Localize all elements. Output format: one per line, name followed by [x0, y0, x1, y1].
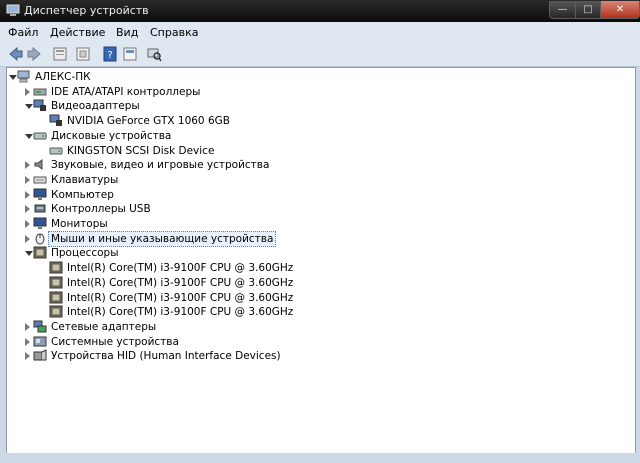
collapsed-arrow-icon[interactable]	[25, 234, 30, 243]
tree-node[interactable]: IDE ATA/ATAPI контроллеры	[7, 85, 627, 99]
collapsed-arrow-icon[interactable]	[25, 322, 30, 331]
tree-node-label: Мониторы	[51, 218, 108, 230]
window-title: Диспетчер устройств	[24, 4, 149, 17]
tree-node-label: Intel(R) Core(TM) i3-9100F CPU @ 3.60GHz	[67, 306, 294, 319]
device-manager-window: Диспетчер устройств — □ ✕ Файл Действие …	[0, 0, 640, 463]
minimize-button[interactable]: —	[549, 1, 576, 19]
disk-drive-icon	[49, 147, 63, 154]
tree-node[interactable]: Мониторы	[7, 217, 627, 231]
usb-icon	[34, 204, 46, 213]
help-icon[interactable]: ?	[102, 46, 118, 62]
collapsed-arrow-icon[interactable]	[25, 220, 30, 228]
cpu-icon	[49, 261, 63, 274]
tree-node[interactable]: Звуковые, видео и игровые устройства	[7, 158, 627, 172]
display-adapter-icon	[33, 99, 46, 112]
tree-node-label: Системные устройства	[51, 335, 179, 348]
monitor-icon	[33, 188, 47, 200]
computer-icon	[17, 70, 30, 83]
mouse-icon	[35, 233, 45, 245]
disk-drive-icon	[33, 132, 47, 140]
tree-node[interactable]: Процессоры	[7, 246, 627, 260]
speaker-icon	[34, 159, 43, 171]
tree-node[interactable]: Intel(R) Core(TM) i3-9100F CPU @ 3.60GHz	[7, 261, 627, 275]
expanded-arrow-icon[interactable]	[25, 133, 33, 139]
tree-node-label: NVIDIA GeForce GTX 1060 6GB	[67, 115, 230, 128]
cpu-icon	[49, 276, 63, 289]
menu-file[interactable]: Файл	[8, 26, 38, 39]
tree-node[interactable]: Intel(R) Core(TM) i3-9100F CPU @ 3.60GHz	[7, 291, 627, 305]
expanded-arrow-icon[interactable]	[25, 251, 33, 257]
tree-node-label: Звуковые, видео и игровые устройства	[51, 159, 270, 172]
tree-node-label: Сетевые адаптеры	[51, 320, 157, 333]
close-button[interactable]: ✕	[600, 1, 640, 19]
tree-node[interactable]: Видеоадаптеры	[7, 99, 627, 113]
tree-node-label: АЛЕКС-ПК	[35, 71, 91, 83]
collapsed-arrow-icon[interactable]	[25, 205, 30, 214]
status-bar	[0, 453, 640, 463]
collapsed-arrow-icon[interactable]	[25, 352, 30, 361]
tree-node[interactable]: Устройства HID (Human Interface Devices)	[7, 349, 627, 363]
menu-bar: Файл Действие Вид Справка	[0, 22, 640, 42]
tree-node-label: Контроллеры USB	[51, 203, 151, 216]
collapsed-arrow-icon[interactable]	[25, 175, 30, 184]
tree-node[interactable]: NVIDIA GeForce GTX 1060 6GB	[7, 114, 627, 128]
network-adapter-icon	[33, 320, 47, 333]
forward-icon[interactable]	[26, 46, 42, 62]
expanded-arrow-icon[interactable]	[25, 104, 33, 110]
tree-node[interactable]: Контроллеры USB	[7, 202, 627, 216]
tree-node-label: Мыши и иные указывающие устройства	[48, 230, 277, 247]
avito-text: Avito	[566, 428, 621, 450]
tree-node[interactable]: KINGSTON SCSI Disk Device	[7, 144, 627, 158]
tree-node-label: Intel(R) Core(TM) i3-9100F CPU @ 3.60GHz	[67, 262, 294, 275]
tree-node[interactable]: Сетевые адаптеры	[7, 320, 627, 334]
tree-node[interactable]: Мыши и иные указывающие устройства	[7, 230, 627, 247]
collapsed-arrow-icon[interactable]	[25, 87, 30, 96]
display-adapter-icon	[49, 114, 62, 127]
tree-node-label: Процессоры	[51, 247, 119, 260]
tree-node-label: Компьютер	[51, 188, 114, 201]
collapsed-arrow-icon[interactable]	[25, 161, 30, 170]
tree-node-label: KINGSTON SCSI Disk Device	[67, 144, 215, 157]
tree-node-label: Видеоадаптеры	[51, 100, 140, 113]
hid-icon	[33, 349, 47, 361]
back-icon[interactable]	[8, 46, 24, 62]
cpu-icon	[49, 291, 63, 303]
tree-node-label: Дисковые устройства	[51, 129, 172, 142]
title-bar[interactable]: Диспетчер устройств — □ ✕	[0, 0, 640, 22]
tree-node-label: Intel(R) Core(TM) i3-9100F CPU @ 3.60GHz	[67, 276, 294, 289]
tree-node[interactable]: Дисковые устройства	[7, 129, 627, 143]
svg-text:?: ?	[107, 50, 112, 61]
collapsed-arrow-icon[interactable]	[25, 190, 30, 199]
cpu-icon	[49, 305, 63, 318]
expanded-arrow-icon[interactable]	[9, 75, 17, 80]
tree-node[interactable]: АЛЕКС-ПК	[7, 70, 627, 84]
device-tree-panel[interactable]: АЛЕКС-ПК IDE ATA/ATAPI контроллеры Видеоад…	[6, 67, 636, 454]
toolbar: ?	[0, 42, 640, 67]
tree-node[interactable]: Компьютер	[7, 188, 627, 202]
cpu-icon	[33, 246, 47, 259]
scan-hardware-icon[interactable]	[146, 46, 162, 62]
maximize-button[interactable]: □	[575, 1, 601, 19]
show-hide-icon[interactable]	[75, 46, 91, 62]
menu-view[interactable]: Вид	[116, 26, 138, 39]
system-device-icon	[33, 336, 47, 347]
menu-help[interactable]: Справка	[150, 26, 198, 39]
device-manager-app-icon	[6, 4, 20, 16]
tree-node[interactable]: Системные устройства	[7, 335, 627, 349]
tree-node-label: Клавиатуры	[51, 173, 119, 186]
avito-logo: Avito	[535, 428, 621, 450]
properties-icon[interactable]	[52, 46, 68, 62]
tree-node-label: Устройства HID (Human Interface Devices)	[51, 350, 281, 363]
collapsed-arrow-icon[interactable]	[25, 337, 30, 346]
tree-node[interactable]: Intel(R) Core(TM) i3-9100F CPU @ 3.60GHz	[7, 276, 627, 290]
menu-action[interactable]: Действие	[50, 26, 105, 39]
view-icon[interactable]	[122, 46, 138, 62]
tree-node[interactable]: Клавиатуры	[7, 173, 627, 187]
keyboard-icon	[33, 176, 47, 184]
ide-controller-icon	[33, 88, 47, 96]
tree-node[interactable]: Intel(R) Core(TM) i3-9100F CPU @ 3.60GHz	[7, 305, 627, 319]
tree-node-label: IDE ATA/ATAPI контроллеры	[51, 85, 201, 98]
tree-node-label: Intel(R) Core(TM) i3-9100F CPU @ 3.60GHz	[67, 291, 294, 304]
monitor-icon	[33, 217, 47, 229]
